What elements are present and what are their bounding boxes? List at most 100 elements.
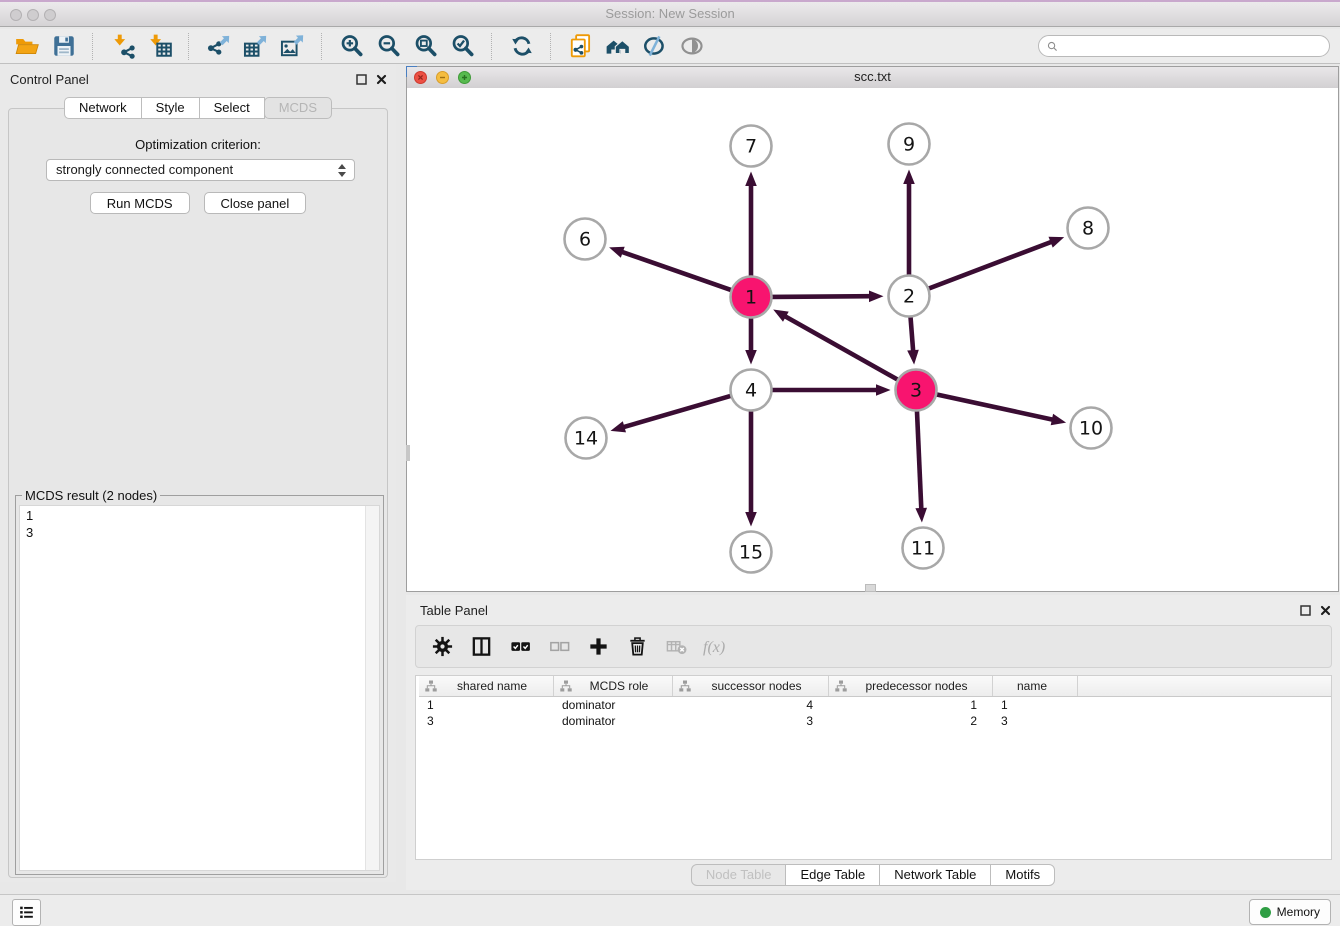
- network-maximize-button[interactable]: [458, 71, 471, 84]
- tab-node-table[interactable]: Node Table: [691, 864, 787, 886]
- tab-network[interactable]: Network: [64, 97, 142, 119]
- cell-shared-name[interactable]: 1: [419, 697, 554, 713]
- float-panel-icon[interactable]: [355, 73, 368, 86]
- criterion-select[interactable]: strongly connected component: [46, 159, 355, 181]
- node-table: shared nameMCDS rolesuccessor nodesprede…: [415, 675, 1332, 860]
- settings-gear-button[interactable]: [424, 631, 460, 663]
- graph-node-4[interactable]: 4: [731, 370, 772, 411]
- graph-node-11[interactable]: 11: [903, 528, 944, 569]
- split-columns-button[interactable]: [463, 631, 499, 663]
- node-label-10: 10: [1079, 418, 1103, 440]
- node-label-7: 7: [745, 136, 757, 158]
- network-close-button[interactable]: [414, 71, 427, 84]
- cell-predecessor-nodes[interactable]: 1: [829, 697, 993, 713]
- import-network-button[interactable]: [104, 31, 141, 61]
- clone-network-button[interactable]: [562, 31, 599, 61]
- graph-node-10[interactable]: 10: [1071, 408, 1112, 449]
- select-all-columns-button[interactable]: [502, 631, 538, 663]
- cell-successor-nodes[interactable]: 3: [673, 713, 829, 729]
- table-row-2[interactable]: 3dominator323: [419, 713, 1331, 729]
- export-table-button[interactable]: [237, 31, 274, 61]
- tab-style[interactable]: Style: [141, 97, 200, 119]
- clone-network-icon: [568, 33, 594, 59]
- edge-2-8[interactable]: [927, 241, 1053, 289]
- tab-network-table[interactable]: Network Table: [879, 864, 991, 886]
- control-panel: Control Panel NetworkStyleSelectMCDS Opt…: [0, 64, 396, 882]
- column-header-shared-name[interactable]: shared name: [419, 676, 554, 696]
- memory-button[interactable]: Memory: [1249, 899, 1331, 925]
- cell-MCDS-role[interactable]: dominator: [554, 713, 673, 729]
- cell-name[interactable]: 1: [993, 697, 1078, 713]
- deselect-all-columns-button[interactable]: [541, 631, 577, 663]
- zoom-fit-button[interactable]: [407, 31, 444, 61]
- graph-node-1[interactable]: 1: [731, 277, 772, 318]
- graph-node-8[interactable]: 8: [1068, 208, 1109, 249]
- edge-2-3[interactable]: [910, 315, 913, 353]
- graph-node-3[interactable]: 3: [896, 370, 937, 411]
- export-image-button[interactable]: [274, 31, 311, 61]
- hide-panel-button[interactable]: [636, 31, 673, 61]
- close-panel-icon[interactable]: [375, 73, 388, 86]
- graph-node-9[interactable]: 9: [889, 124, 930, 165]
- zoom-selected-button[interactable]: [444, 31, 481, 61]
- home-icon: [605, 33, 631, 59]
- delete-column-button[interactable]: [619, 631, 655, 663]
- home-button[interactable]: [599, 31, 636, 61]
- zoom-in-button[interactable]: [333, 31, 370, 61]
- column-header-successor-nodes[interactable]: successor nodes: [673, 676, 829, 696]
- window-minimize-button[interactable]: [27, 9, 39, 21]
- edge-3-10[interactable]: [935, 394, 1055, 420]
- graph-node-15[interactable]: 15: [731, 532, 772, 573]
- tab-edge-table[interactable]: Edge Table: [785, 864, 880, 886]
- table-row-1[interactable]: 1dominator411: [419, 697, 1331, 713]
- add-column-button[interactable]: [580, 631, 616, 663]
- splitter-handle-bottom[interactable]: [865, 584, 876, 592]
- edge-3-1[interactable]: [783, 315, 899, 380]
- zoom-out-button[interactable]: [370, 31, 407, 61]
- task-history-button[interactable]: [12, 899, 41, 926]
- float-table-panel-icon[interactable]: [1299, 604, 1312, 617]
- column-header-MCDS-role[interactable]: MCDS role: [554, 676, 673, 696]
- graph-node-6[interactable]: 6: [565, 219, 606, 260]
- window-title: Session: New Session: [0, 2, 1340, 26]
- edge-1-2[interactable]: [771, 296, 873, 297]
- window-zoom-button[interactable]: [44, 9, 56, 21]
- close-panel-button[interactable]: Close panel: [204, 192, 307, 214]
- show-panel-icon: [679, 33, 705, 59]
- cell-predecessor-nodes[interactable]: 2: [829, 713, 993, 729]
- tab-motifs[interactable]: Motifs: [990, 864, 1055, 886]
- tab-mcds[interactable]: MCDS: [264, 97, 332, 119]
- mcds-result-area[interactable]: 13: [19, 505, 380, 871]
- window-close-button[interactable]: [10, 9, 22, 21]
- edge-4-14[interactable]: [622, 395, 733, 427]
- network-minimize-button[interactable]: [436, 71, 449, 84]
- splitter-handle-left[interactable]: [406, 445, 410, 461]
- cell-MCDS-role[interactable]: dominator: [554, 697, 673, 713]
- graph-node-7[interactable]: 7: [731, 126, 772, 167]
- cell-name[interactable]: 3: [993, 713, 1078, 729]
- search-input[interactable]: [1060, 36, 1323, 56]
- search-field[interactable]: [1038, 35, 1330, 57]
- close-table-panel-icon[interactable]: [1319, 604, 1332, 617]
- column-header-name[interactable]: name: [993, 676, 1078, 696]
- table-toolbar: f(x): [415, 625, 1332, 668]
- run-mcds-button[interactable]: Run MCDS: [90, 192, 190, 214]
- graph-node-2[interactable]: 2: [889, 276, 930, 317]
- graph-node-14[interactable]: 14: [566, 418, 607, 459]
- result-scrollbar[interactable]: [365, 506, 379, 870]
- open-file-button[interactable]: [8, 31, 45, 61]
- refresh-button[interactable]: [503, 31, 540, 61]
- cell-successor-nodes[interactable]: 4: [673, 697, 829, 713]
- list-icon: [17, 903, 36, 922]
- column-header-predecessor-nodes[interactable]: predecessor nodes: [829, 676, 993, 696]
- cell-shared-name[interactable]: 3: [419, 713, 554, 729]
- export-network-button[interactable]: [200, 31, 237, 61]
- edge-3-11[interactable]: [917, 410, 922, 512]
- network-canvas[interactable]: 1 2 3 4 6 7 8 9 10 11 14 15: [407, 88, 1338, 591]
- edge-1-6[interactable]: [620, 251, 733, 290]
- tab-select[interactable]: Select: [199, 97, 265, 119]
- save-session-button[interactable]: [45, 31, 82, 61]
- hide-panel-icon: [642, 33, 668, 59]
- show-panel-button[interactable]: [673, 31, 710, 61]
- import-table-button[interactable]: [141, 31, 178, 61]
